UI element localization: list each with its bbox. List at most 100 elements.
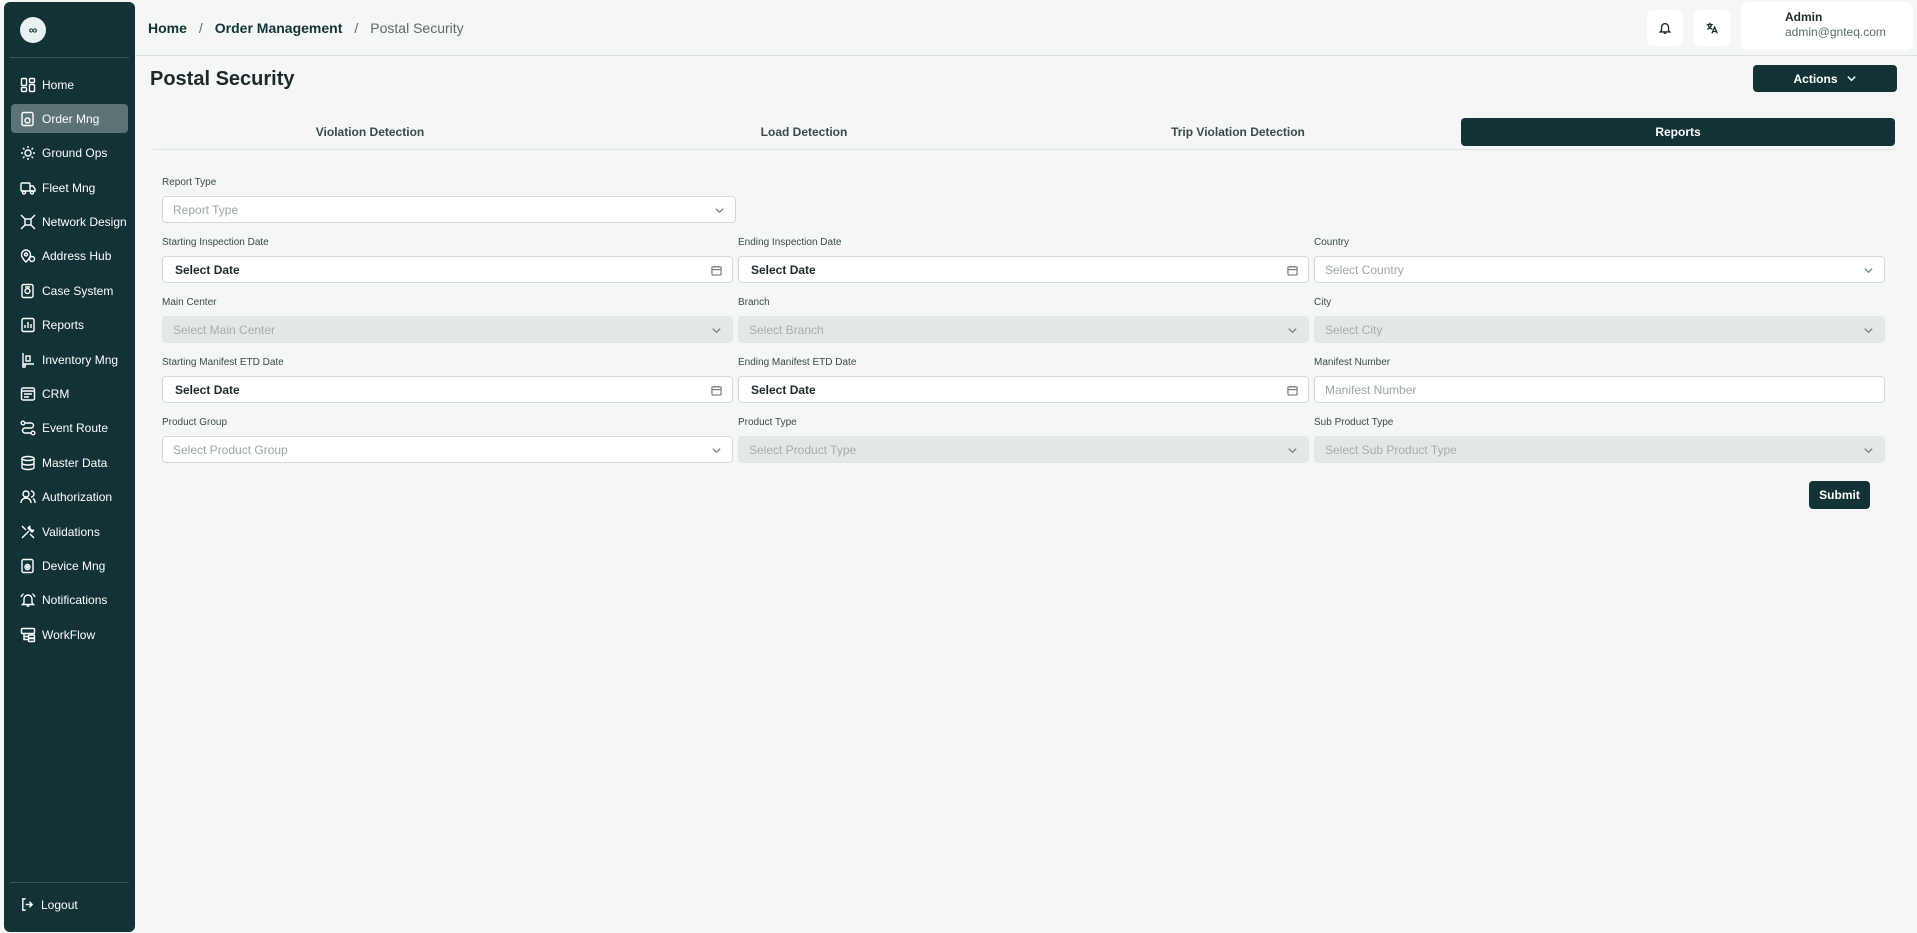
chevron-down-icon [1863, 325, 1874, 336]
sub-product-type-select[interactable]: Select Sub Product Type [1314, 436, 1885, 463]
breadcrumb-separator: / [198, 19, 203, 36]
country-field: Country Select Country [1314, 237, 1885, 283]
field-label: City [1314, 297, 1332, 308]
notifications-button[interactable] [1647, 10, 1683, 46]
chevron-down-icon [1863, 445, 1874, 456]
actions-label: Actions [1793, 71, 1838, 86]
sidebar-item-case-system[interactable]: Case System [11, 276, 128, 305]
sidebar-item-home[interactable]: Home [11, 70, 128, 99]
main-center-field: Main Center Select Main Center [162, 297, 733, 343]
calendar-icon [711, 385, 722, 396]
sidebar-item-label: Validations [42, 524, 100, 539]
tab-violation-detection[interactable]: Violation Detection [153, 118, 587, 146]
starting-inspection-date-field: Starting Inspection Date Select Date [162, 237, 733, 283]
sidebar-item-authorization[interactable]: Authorization [11, 483, 128, 512]
breadcrumb-current: Postal Security [370, 19, 464, 36]
sidebar-item-label: Ground Ops [42, 146, 108, 161]
starting-inspection-date-picker[interactable]: Select Date [162, 256, 733, 283]
sidebar-item-validations[interactable]: Validations [11, 517, 128, 546]
main-center-select[interactable]: Select Main Center [162, 316, 733, 343]
report-type-select[interactable]: Report Type [162, 196, 736, 223]
sidebar-item-network-design[interactable]: Network Design [11, 208, 128, 237]
select-placeholder: Select Sub Product Type [1325, 442, 1457, 457]
branch-select[interactable]: Select Branch [738, 316, 1309, 343]
calendar-icon [1287, 385, 1298, 396]
select-placeholder: Select Main Center [173, 322, 276, 337]
field-label: Starting Inspection Date [162, 237, 269, 248]
city-field: City Select City [1314, 297, 1885, 343]
sidebar-item-fleet-mng[interactable]: Fleet Mng [11, 173, 128, 202]
select-placeholder: Report Type [173, 202, 239, 217]
sidebar: ∞ Home Order Mng Ground Ops Fleet Mng Ne… [4, 2, 135, 932]
network-icon [20, 214, 36, 230]
starting-manifest-etd-date-picker[interactable]: Select Date [162, 376, 733, 403]
breadcrumb-order-management[interactable]: Order Management [215, 20, 343, 36]
product-type-select[interactable]: Select Product Type [738, 436, 1309, 463]
sidebar-item-inventory-mng[interactable]: Inventory Mng [11, 345, 128, 374]
select-placeholder: Select Branch [749, 322, 824, 337]
chevron-down-icon [1863, 265, 1874, 276]
sidebar-item-device-mng[interactable]: Device Mng [11, 551, 128, 580]
city-select[interactable]: Select City [1314, 316, 1885, 343]
sidebar-item-address-hub[interactable]: Address Hub [11, 242, 128, 271]
sidebar-item-order-mng[interactable]: Order Mng [11, 104, 128, 134]
users-icon [20, 489, 36, 505]
breadcrumb-home[interactable]: Home [148, 20, 187, 36]
sidebar-item-label: Event Route [42, 421, 109, 436]
inventory-icon [20, 352, 36, 368]
chevron-down-icon [1846, 76, 1856, 82]
logout-button[interactable]: Logout [20, 897, 129, 912]
sidebar-item-label: Authorization [42, 490, 113, 505]
field-label: Country [1314, 237, 1350, 248]
product-group-select[interactable]: Select Product Group [162, 436, 733, 463]
bell-icon [20, 592, 36, 608]
sidebar-item-master-data[interactable]: Master Data [11, 448, 128, 477]
sidebar-item-event-route[interactable]: Event Route [11, 414, 128, 443]
breadcrumb-separator: / [354, 19, 359, 36]
sidebar-item-label: Case System [42, 283, 114, 298]
field-label: Ending Inspection Date [738, 237, 842, 248]
field-label: Branch [738, 297, 770, 308]
logout-label: Logout [41, 897, 78, 912]
sidebar-item-label: Home [42, 77, 75, 92]
workflow-icon [20, 627, 36, 643]
date-value: Select Date [175, 262, 240, 277]
sidebar-item-label: CRM [42, 387, 70, 402]
manifest-number-input[interactable] [1325, 382, 1874, 397]
actions-dropdown-button[interactable]: Actions [1753, 65, 1897, 92]
submit-button[interactable]: Submit [1809, 481, 1870, 509]
device-icon [20, 558, 36, 574]
calendar-icon [711, 265, 722, 276]
select-placeholder: Select Product Type [749, 442, 857, 457]
sidebar-item-label: Inventory Mng [42, 352, 119, 367]
sidebar-item-label: Fleet Mng [42, 180, 96, 195]
logo-area: ∞ [10, 2, 129, 58]
sidebar-item-label: Address Hub [42, 249, 112, 264]
ending-inspection-date-picker[interactable]: Select Date [738, 256, 1309, 283]
route-icon [20, 420, 36, 436]
sidebar-item-label: Network Design [42, 215, 127, 230]
date-value: Select Date [751, 382, 816, 397]
sidebar-item-workflow[interactable]: WorkFlow [11, 620, 128, 649]
country-select[interactable]: Select Country [1314, 256, 1885, 283]
sidebar-item-reports[interactable]: Reports [11, 311, 128, 340]
crm-icon [20, 386, 36, 402]
tab-bar: Violation Detection Load Detection Trip … [153, 118, 1895, 150]
sidebar-item-ground-ops[interactable]: Ground Ops [11, 139, 128, 168]
tab-reports[interactable]: Reports [1461, 118, 1895, 146]
tools-icon [20, 524, 36, 540]
sidebar-item-notifications[interactable]: Notifications [11, 586, 128, 615]
translate-icon [1706, 22, 1718, 34]
tab-trip-violation-detection[interactable]: Trip Violation Detection [1021, 118, 1455, 146]
user-profile[interactable]: Admin admin@gnteq.com [1741, 2, 1913, 50]
tab-load-detection[interactable]: Load Detection [587, 118, 1021, 146]
app-logo[interactable]: ∞ [20, 16, 46, 43]
sidebar-item-label: Notifications [42, 593, 108, 608]
report-type-field: Report Type Report Type [162, 177, 736, 223]
ending-manifest-etd-date-picker[interactable]: Select Date [738, 376, 1309, 403]
sidebar-item-crm[interactable]: CRM [11, 380, 128, 409]
case-icon [20, 283, 36, 299]
language-button[interactable] [1694, 10, 1730, 46]
field-label: Product Group [162, 417, 228, 428]
database-icon [20, 455, 36, 471]
